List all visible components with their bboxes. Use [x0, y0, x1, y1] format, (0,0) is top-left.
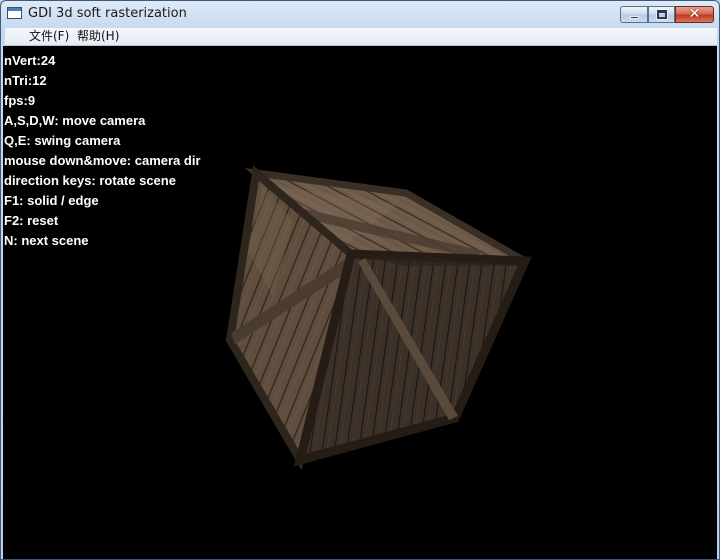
hud-vertex-count: nVert:24: [4, 53, 56, 68]
hud-help-next-scene: N: next scene: [4, 233, 89, 248]
title-bar[interactable]: GDI 3d soft rasterization ✕: [1, 1, 719, 28]
hud-help-swing-camera: Q,E: swing camera: [4, 133, 121, 148]
maximize-icon: [656, 9, 668, 20]
hud-help-reset: F2: reset: [4, 213, 59, 228]
render-viewport[interactable]: nVert:24 nTri:12 fps:9 A,S,D,W: move cam…: [3, 46, 717, 559]
menu-bar: 文件(F) 帮助(H): [5, 28, 717, 46]
hud-triangle-count: nTri:12: [4, 73, 47, 88]
hud-help-rotate-scene: direction keys: rotate scene: [4, 173, 176, 188]
minimize-button[interactable]: [620, 6, 648, 23]
menu-help[interactable]: 帮助(H): [73, 28, 123, 45]
hud-help-solid-edge: F1: solid / edge: [4, 193, 99, 208]
close-button[interactable]: ✕: [675, 6, 714, 23]
hud-help-move-camera: A,S,D,W: move camera: [4, 113, 146, 128]
close-icon: ✕: [688, 6, 701, 22]
maximize-button[interactable]: [648, 6, 675, 23]
menu-file[interactable]: 文件(F): [25, 28, 73, 45]
window-title: GDI 3d soft rasterization: [28, 6, 187, 21]
hud-help-camera-dir: mouse down&move: camera dir: [4, 153, 201, 168]
app-window: GDI 3d soft rasterization ✕ 文件(F) 帮助(H): [0, 0, 720, 560]
hud-overlay: nVert:24 nTri:12 fps:9 A,S,D,W: move cam…: [4, 51, 201, 251]
minimize-icon: [630, 16, 639, 19]
app-window-icon[interactable]: [7, 7, 22, 19]
hud-fps: fps:9: [4, 93, 36, 108]
